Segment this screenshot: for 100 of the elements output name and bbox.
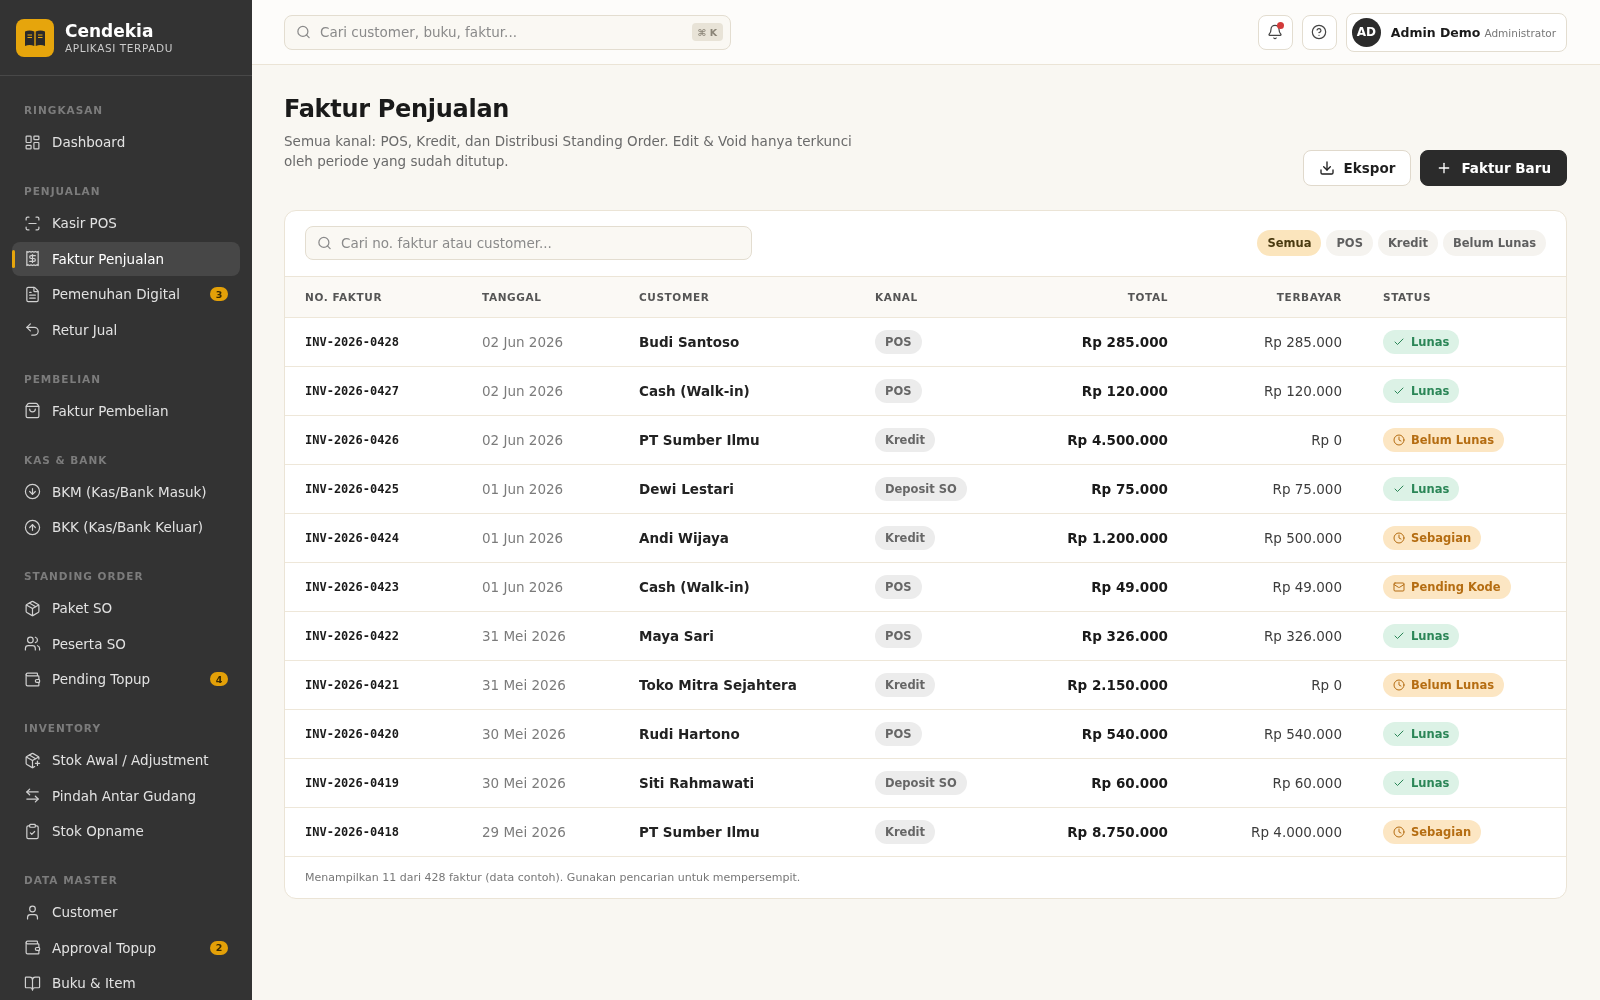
sidebar-item[interactable]: Faktur Pembelian [12,393,240,428]
table-cell: Rp 0 [1311,677,1342,693]
clock-icon [1393,532,1405,544]
table-cell: Rp 60.000 [1091,775,1168,791]
check-icon [1393,336,1405,348]
book-logo-icon [16,18,54,57]
help-button[interactable] [1301,14,1337,50]
table-cell: 02 Jun 2026 [482,432,564,448]
sidebar-item[interactable]: Approval Topup 2 [12,930,240,965]
sidebar-item[interactable]: Buku & Item [12,966,240,1000]
arrow-up-circle-icon [24,518,41,536]
check-icon [1393,728,1405,740]
status-label: Pending Kode [1411,580,1501,594]
notifications-button[interactable] [1257,14,1293,50]
sidebar-item[interactable]: Stok Opname [12,814,240,848]
table-cell: Rudi Hartono [639,726,740,742]
status-label: Lunas [1411,629,1450,643]
table-cell: 01 Jun 2026 [482,530,564,546]
check-icon [1393,777,1405,789]
filter-chip[interactable]: Kredit [1377,230,1438,256]
sidebar-item[interactable]: Peserta SO [12,626,240,661]
document-icon [24,285,41,303]
status-label: Lunas [1411,335,1450,349]
channel-badge: Kredit [875,820,936,844]
user-role: Administrator [1484,26,1556,39]
channel-badge: POS [875,624,922,648]
sidebar-item[interactable]: Retur Jual [12,312,240,347]
table-cell: INV-2026-0419 [305,776,399,790]
sidebar-item[interactable]: Pending Topup 4 [12,662,240,696]
section-heading: KAS & BANK [24,452,108,467]
filter-chip[interactable]: Belum Lunas [1443,230,1546,256]
count-badge: 4 [210,672,228,686]
column-header: KANAL [875,291,918,303]
search-field[interactable]: Cari no. faktur atau customer... [305,226,752,260]
new-invoice-button[interactable]: Faktur Baru [1420,150,1567,186]
user-icon [24,903,41,921]
table-cell: 31 Mei 2026 [482,628,566,644]
page-description: Semua kanal: POS, Kredit, dan Distribusi Standing Order. Edit & Void hanya terkunci oleh periode yang sudah ditutup. [284,132,853,171]
check-icon [1393,483,1405,495]
table-cell: INV-2026-0425 [305,482,399,496]
user-menu-button[interactable]: AD Admin Demo Administrator [1345,12,1567,52]
arrow-down-circle-icon [24,483,41,500]
sidebar-item[interactable]: Paket SO [12,591,240,625]
sidebar-item[interactable]: BKK (Kas/Bank Keluar) [12,510,240,544]
channel-badge: POS [875,722,922,746]
table-cell: Rp 285.000 [1081,334,1168,350]
table-cell: PT Sumber Ilmu [639,824,760,840]
table-cell: Rp 2.150.000 [1067,677,1168,693]
channel-badge: POS [875,330,922,354]
table-cell: Rp 0 [1311,432,1342,448]
filter-chip[interactable]: Semua [1257,230,1322,256]
sidebar-item[interactable]: Faktur Penjualan [12,241,240,276]
sidebar-item[interactable]: Pemenuhan Digital 3 [12,277,240,311]
table-cell: INV-2026-0426 [305,433,399,447]
sidebar-item[interactable]: Dashboard [12,125,240,159]
status-label: Sebagian [1411,825,1472,839]
table-cell: Rp 49.000 [1272,579,1342,595]
column-header: TOTAL [1127,291,1168,303]
users-icon [24,635,41,652]
sidebar-item[interactable]: Kasir POS [12,206,240,240]
channel-badge: Kredit [875,673,936,697]
sidebar-item[interactable]: Stok Awal / Adjustment [12,743,240,777]
channel-badge: Deposit SO [875,477,967,501]
export-button[interactable]: Ekspor [1302,150,1412,186]
table-cell: PT Sumber Ilmu [639,432,760,448]
sidebar-item[interactable]: Customer [12,895,240,929]
book-icon [24,974,41,992]
table-cell: INV-2026-0428 [305,335,399,349]
table-cell: Rp 75.000 [1091,481,1168,497]
status-label: Lunas [1411,776,1450,790]
table-cell: 30 Mei 2026 [482,775,566,791]
sidebar-item[interactable]: Pindah Antar Gudang [12,778,240,813]
filter-chip[interactable]: POS [1326,230,1373,256]
channel-badge: Kredit [875,526,936,550]
channel-badge: POS [875,379,922,403]
status-label: Belum Lunas [1411,678,1494,692]
wallet-icon [24,939,41,956]
table-cell: Rp 540.000 [1263,726,1342,742]
table-cell: INV-2026-0424 [305,531,399,545]
table-cell: Cash (Walk-in) [639,579,750,595]
sidebar-item[interactable]: BKM (Kas/Bank Masuk) [12,474,240,509]
status-label: Belum Lunas [1411,433,1494,447]
brand-name: Cendekia [65,20,155,41]
table-cell: INV-2026-0427 [305,384,399,398]
table-cell: 31 Mei 2026 [482,677,566,693]
section-heading: RINGKASAN [24,103,104,117]
column-header: TERBAYAR [1276,291,1342,303]
table-cell: INV-2026-0423 [305,580,399,594]
table-cell: Rp 4.500.000 [1067,432,1168,448]
table-cell: 02 Jun 2026 [482,383,564,399]
table-cell: Rp 285.000 [1263,334,1342,350]
table-cell: Rp 500.000 [1263,530,1342,546]
help-icon [1311,24,1328,40]
package-icon [24,599,41,617]
count-badge: 2 [210,940,228,955]
table-cell: INV-2026-0420 [305,727,399,741]
table-cell: Rp 4.000.000 [1251,824,1342,840]
table-cell: INV-2026-0422 [305,629,399,643]
column-header: STATUS [1383,291,1432,303]
undo-arrow-icon [24,321,41,338]
